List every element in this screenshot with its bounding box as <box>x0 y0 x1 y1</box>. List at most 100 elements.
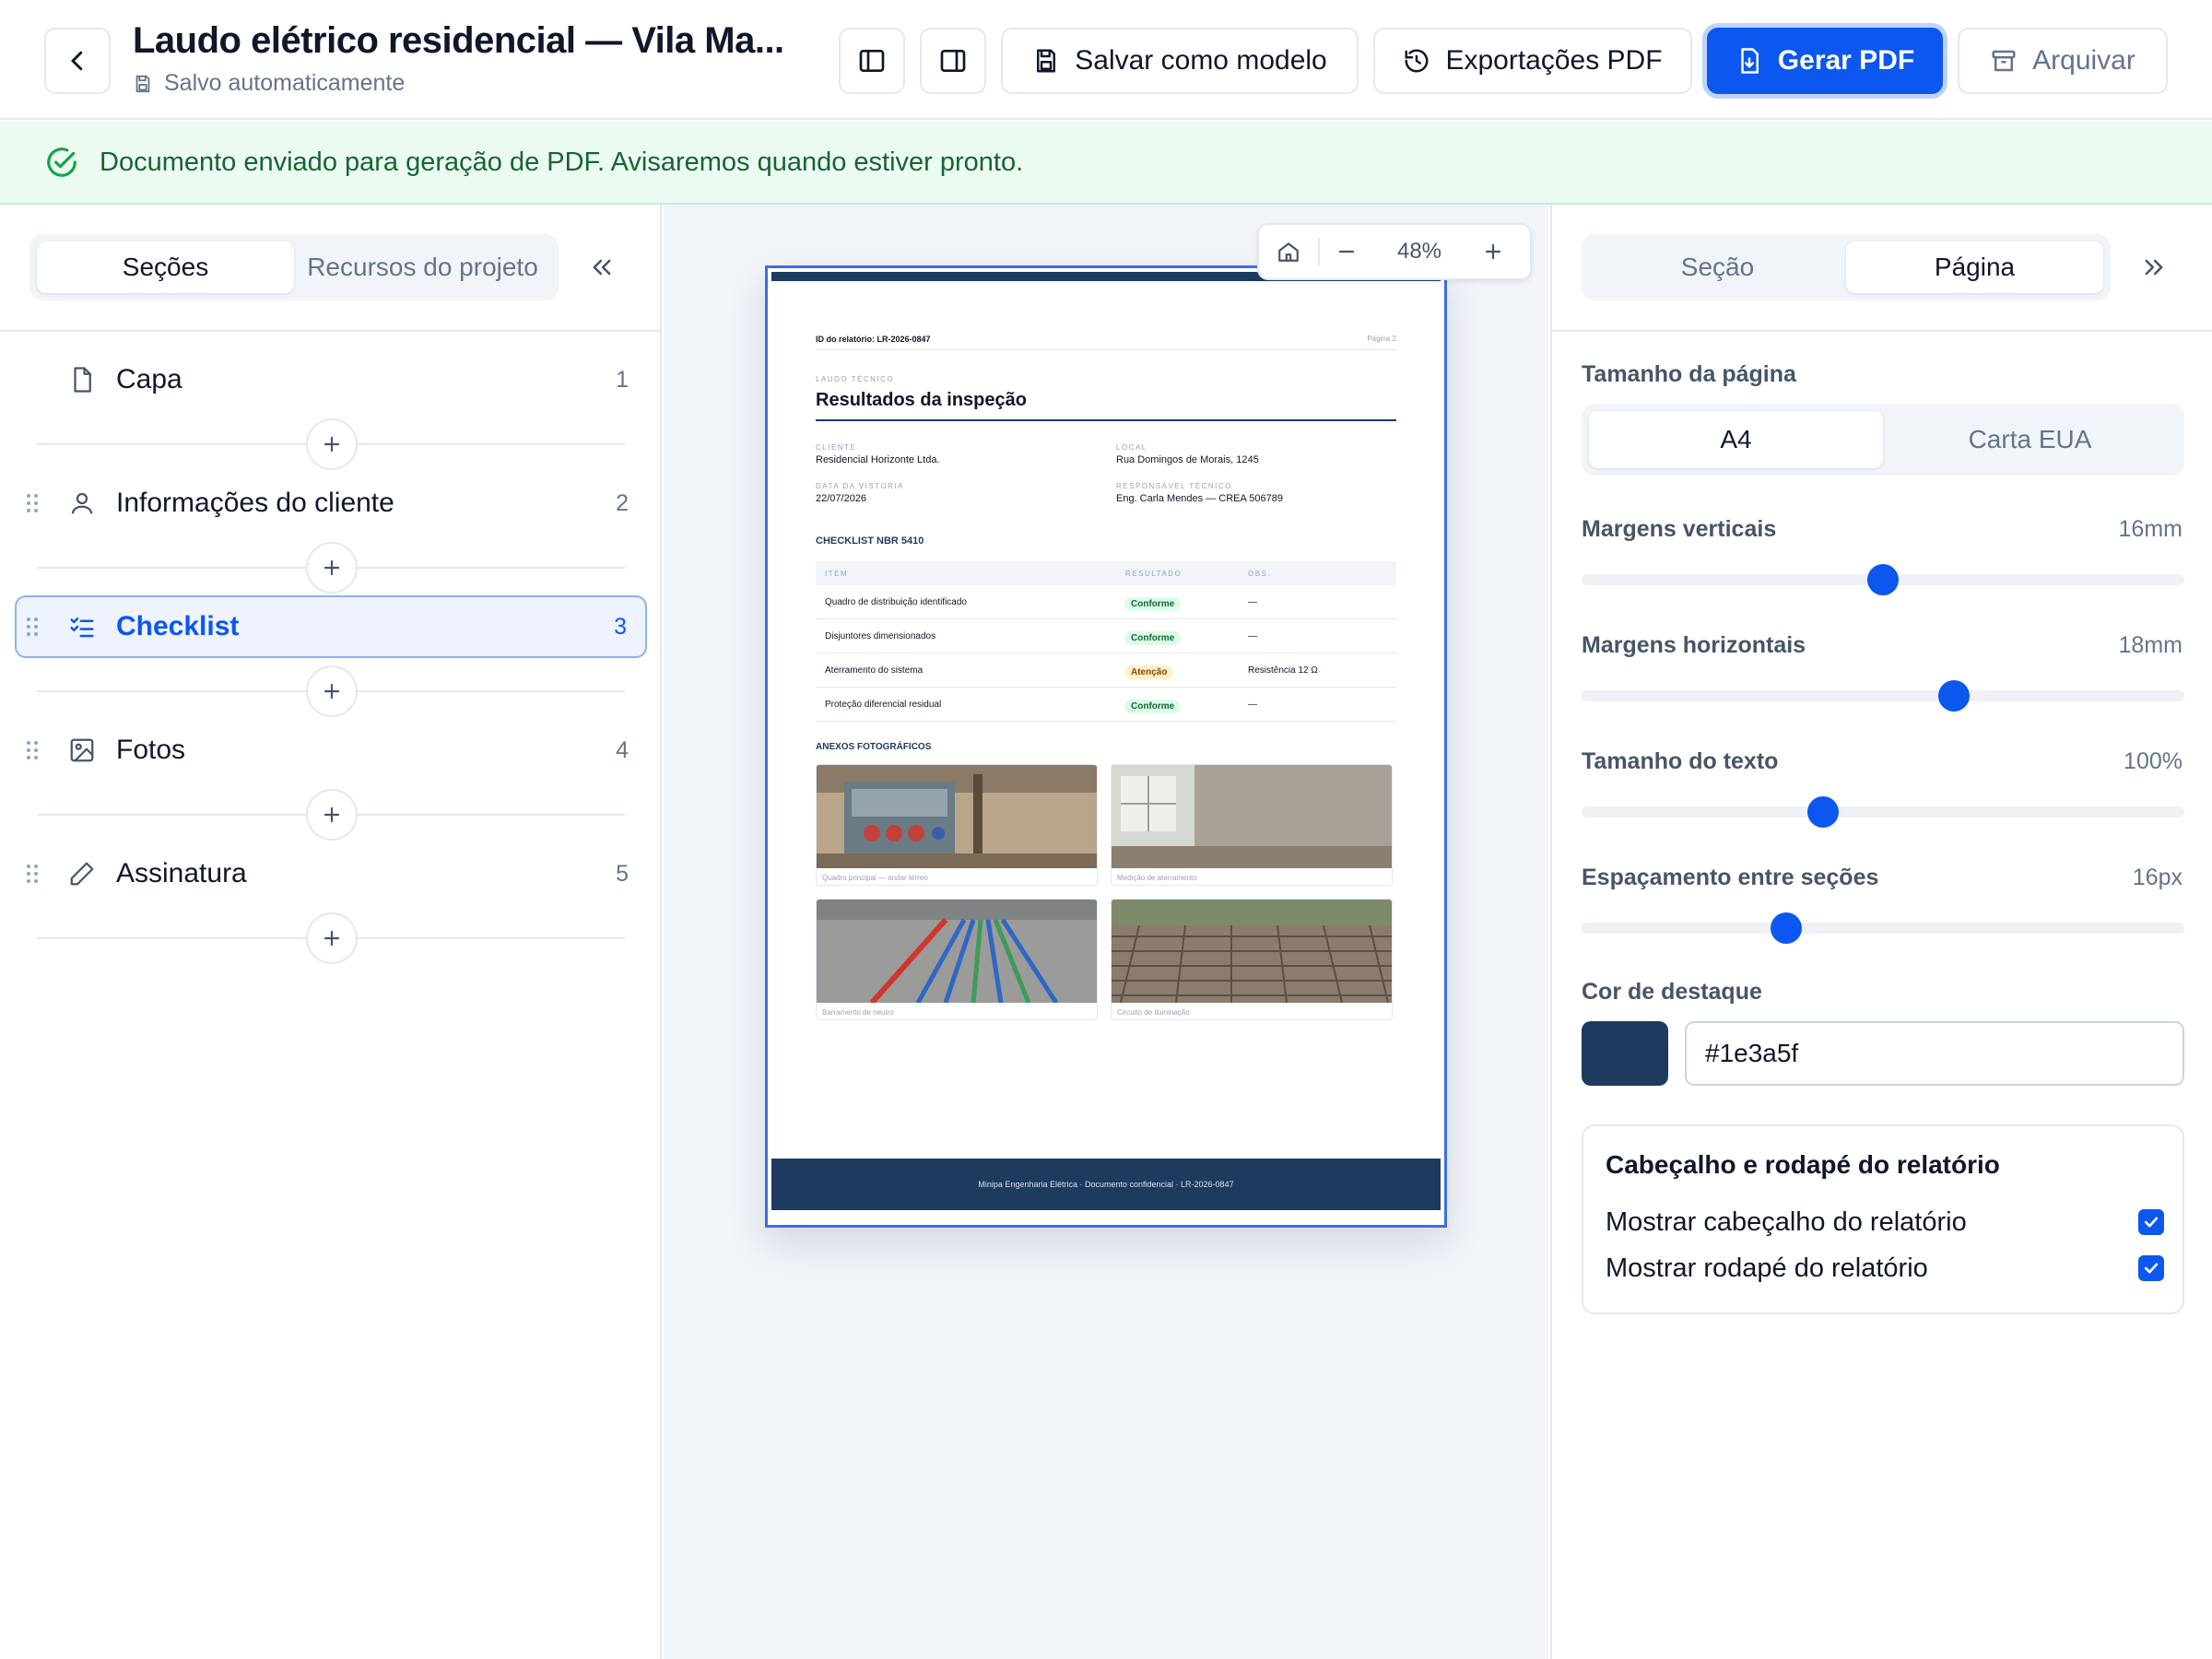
pdf-page-preview[interactable]: ID do relatório: LR-2026-0847 Página 2 L… <box>765 265 1447 1228</box>
page-number: Página 2 <box>1367 335 1396 343</box>
row-obs: — <box>1248 700 1257 710</box>
sections-panel: Seções Recursos do projeto Capa 1 Inform… <box>0 205 662 1659</box>
pdf-exports-label: Exportações PDF <box>1445 45 1663 76</box>
photo-caption: Barramento de neutro <box>822 1008 894 1017</box>
drag-handle-icon[interactable] <box>26 739 39 761</box>
col-obs: OBS. <box>1248 570 1272 578</box>
checklist-header-row: ITEM RESULTADO OBS. <box>816 561 1396 585</box>
client-label: CLIENTE <box>816 443 857 452</box>
slider-thumb[interactable] <box>1937 680 1970 712</box>
horizontal-margins-value: 18mm <box>2118 632 2183 658</box>
collapse-left-panel-button[interactable] <box>579 244 625 290</box>
horizontal-margins-label: Margens horizontais <box>1582 632 1806 658</box>
photo-thumbnail[interactable]: Medição de aterramento <box>1111 764 1393 886</box>
collapse-right-panel-button[interactable] <box>2131 244 2177 290</box>
row-item: Quadro de distribuição identificado <box>825 597 967 607</box>
user-icon <box>71 492 93 514</box>
tab-project-resources[interactable]: Recursos do projeto <box>294 241 551 293</box>
row-item: Disjuntores dimensionados <box>825 631 936 641</box>
show-footer-row[interactable]: Mostrar rodapé do relatório <box>1606 1250 2164 1287</box>
page-size-us-letter[interactable]: Carta EUA <box>1883 411 2177 468</box>
plus-icon <box>324 806 340 823</box>
show-header-row[interactable]: Mostrar cabeçalho do relatório <box>1606 1204 2164 1241</box>
add-section-button[interactable] <box>306 418 358 470</box>
tab-section[interactable]: Seção <box>1589 241 1846 293</box>
show-header-label: Mostrar cabeçalho do relatório <box>1606 1206 1967 1237</box>
history-icon <box>1405 49 1429 73</box>
add-section-button[interactable] <box>306 665 358 717</box>
zoom-in-button[interactable] <box>1465 225 1521 278</box>
report-heading: Resultados da inspeção <box>816 390 1027 410</box>
tab-page[interactable]: Página <box>1846 241 2103 293</box>
photo-thumbnail[interactable]: Circuito de iluminação <box>1111 899 1393 1020</box>
add-section-button[interactable] <box>306 542 358 594</box>
accent-color-swatch[interactable] <box>1582 1021 1668 1086</box>
tab-sections[interactable]: Seções <box>37 241 294 293</box>
generate-pdf-button[interactable]: Gerar PDF <box>1707 28 1943 94</box>
slider-thumb[interactable] <box>1806 796 1839 828</box>
table-row: Proteção diferencial residual Conforme — <box>816 688 1396 722</box>
zoom-out-button[interactable] <box>1320 225 1373 278</box>
document-title: Laudo elétrico residencial — Vila Ma... <box>133 20 784 61</box>
page-size-a4[interactable]: A4 <box>1589 411 1883 468</box>
section-number: 2 <box>616 489 629 516</box>
fit-page-button[interactable] <box>1259 225 1318 278</box>
drag-handle-icon[interactable] <box>26 863 39 885</box>
autosave-label: Salvo automaticamente <box>164 70 406 96</box>
status-badge: Atenção <box>1124 665 1174 679</box>
preview-canvas: 48% ID do relatório: LR-2026-0847 Página… <box>664 205 1548 1659</box>
accent-color-label: Cor de destaque <box>1582 979 1762 1005</box>
section-spacing-label: Espaçamento entre seções <box>1582 865 1879 890</box>
header-footer-title: Cabeçalho e rodapé do relatório <box>1606 1150 2000 1179</box>
report-kicker: LAUDO TÉCNICO <box>816 375 895 383</box>
plus-icon <box>324 683 340 700</box>
slider-thumb[interactable] <box>1867 564 1899 595</box>
back-button[interactable] <box>44 28 111 94</box>
date-label: DATA DA VISTORIA <box>816 482 905 490</box>
accent-color-input[interactable] <box>1685 1021 2184 1086</box>
add-section-button[interactable] <box>306 912 358 964</box>
photo-caption: Quadro principal — andar térreo <box>822 874 928 882</box>
section-item-client-info[interactable]: Informações do cliente 2 <box>15 472 647 535</box>
archive-icon <box>1992 50 2016 72</box>
section-label: Informações do cliente <box>116 488 394 518</box>
toggle-left-panel-button[interactable] <box>839 28 905 94</box>
vertical-margins-slider[interactable] <box>1582 562 2184 595</box>
header-rule <box>816 349 1396 350</box>
section-label: Assinatura <box>116 858 247 888</box>
section-item-signature[interactable]: Assinatura 5 <box>15 842 647 905</box>
show-footer-checkbox[interactable] <box>2138 1255 2164 1281</box>
slider-thumb[interactable] <box>1771 912 1803 944</box>
section-item-photos[interactable]: Fotos 4 <box>15 719 647 782</box>
drag-handle-icon[interactable] <box>26 492 39 514</box>
show-header-checkbox[interactable] <box>2138 1209 2164 1235</box>
col-result: RESULTADO <box>1125 570 1182 578</box>
electrical-panel-photo <box>817 765 1097 868</box>
archive-button[interactable]: Arquivar <box>1958 28 2168 94</box>
status-badge: Conforme <box>1124 631 1182 645</box>
zoom-level: 48% <box>1396 239 1442 264</box>
header-footer-card: Cabeçalho e rodapé do relatório Mostrar … <box>1582 1124 2184 1314</box>
section-spacing-slider[interactable] <box>1582 911 2184 944</box>
add-section-row <box>37 542 625 594</box>
drag-handle-icon[interactable] <box>26 616 39 638</box>
plus-icon <box>324 436 340 453</box>
horizontal-margins-slider[interactable] <box>1582 678 2184 712</box>
left-panel-tabs: Seções Recursos do projeto <box>29 234 559 300</box>
pen-icon <box>70 862 94 886</box>
photos-title: ANEXOS FOTOGRÁFICOS <box>816 742 932 752</box>
show-footer-label: Mostrar rodapé do relatório <box>1606 1253 1928 1283</box>
row-obs: — <box>1248 597 1257 607</box>
photo-thumbnail[interactable]: Quadro principal — andar térreo <box>816 764 1098 886</box>
table-row: Disjuntores dimensionados Conforme — <box>816 619 1396 653</box>
section-item-checklist[interactable]: Checklist 3 <box>15 595 647 658</box>
photo-thumbnail[interactable]: Barramento de neutro <box>816 899 1098 1020</box>
text-size-label: Tamanho do texto <box>1582 748 1779 774</box>
toggle-right-panel-button[interactable] <box>920 28 986 94</box>
pdf-exports-button[interactable]: Exportações PDF <box>1373 28 1692 94</box>
add-section-button[interactable] <box>306 789 358 841</box>
section-item-cover[interactable]: Capa 1 <box>15 348 647 411</box>
text-size-slider[interactable] <box>1582 794 2184 828</box>
save-as-template-button[interactable]: Salvar como modelo <box>1001 28 1359 94</box>
row-obs: — <box>1248 631 1257 641</box>
